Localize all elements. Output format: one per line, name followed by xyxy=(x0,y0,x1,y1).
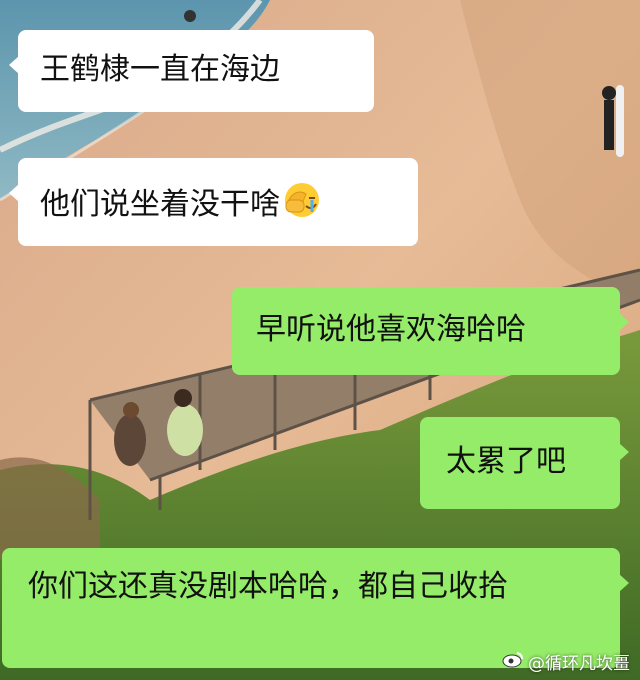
message-text: 早听说他喜欢海哈哈 xyxy=(256,312,526,347)
weibo-logo-icon xyxy=(502,650,524,673)
watermark-text: @循环凡坎畺 xyxy=(528,654,630,674)
message-bubble-outgoing[interactable]: 太累了吧 xyxy=(420,417,629,509)
weibo-watermark: @循环凡坎畺 xyxy=(502,649,630,674)
bubble-tail xyxy=(619,574,629,592)
message-bubble-incoming[interactable]: 王鹤棣一直在海边 xyxy=(9,30,374,112)
bubble-tail xyxy=(619,313,629,331)
bubble-tail xyxy=(619,443,629,461)
message-text: 王鹤棣一直在海边 xyxy=(40,52,280,87)
message-text: 你们这还真没剧本哈哈，都自己收拾 xyxy=(28,569,508,604)
chat-screen: 王鹤棣一直在海边 他们说坐着没干啥 早听说他喜欢海哈哈 太累了吧 你们这还真没剧… xyxy=(0,0,640,680)
facepalm-crying-emoji-icon xyxy=(282,180,322,232)
bubble-tail xyxy=(9,184,19,202)
message-text: 他们说坐着没干啥 xyxy=(40,187,280,222)
message-text: 太累了吧 xyxy=(446,444,566,479)
message-bubble-incoming[interactable]: 他们说坐着没干啥 xyxy=(9,158,418,246)
bubble-tail xyxy=(9,56,19,74)
message-bubble-outgoing[interactable]: 早听说他喜欢海哈哈 xyxy=(232,287,629,375)
